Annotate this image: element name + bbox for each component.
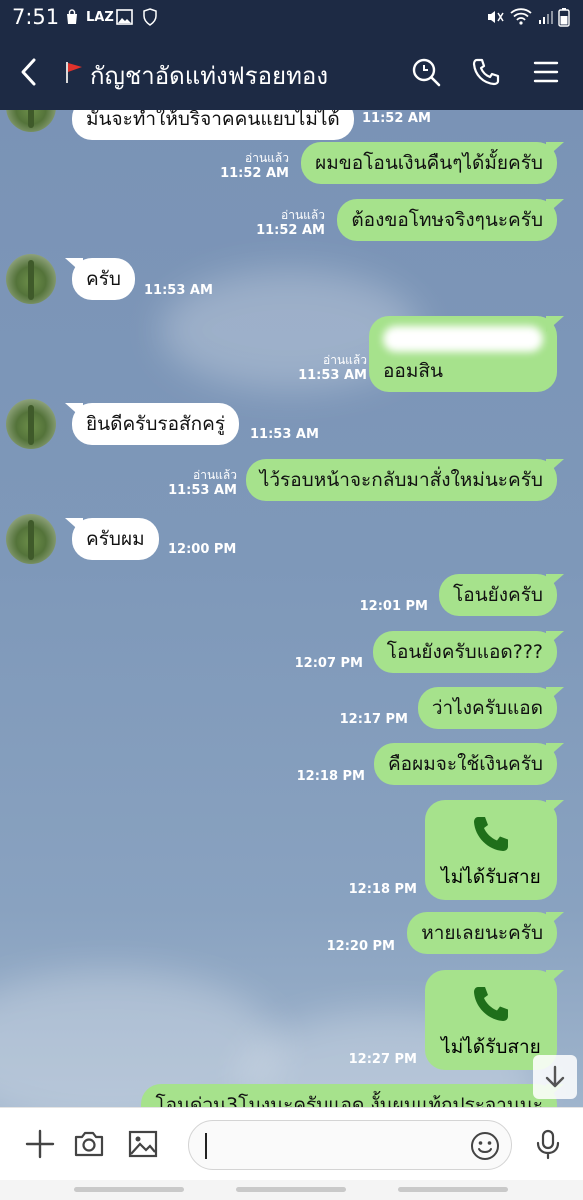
scroll-to-bottom-button[interactable] — [533, 1055, 577, 1099]
flag-icon — [66, 62, 82, 83]
message-meta: อ่านแล้ว 11:53 AM — [298, 353, 367, 383]
phone-call-icon — [474, 987, 508, 1021]
phone-call-icon — [474, 817, 508, 851]
message-out[interactable]: ต้องขอโทษจริงๆนะครับ — [337, 199, 557, 241]
message-text: ออมสิน — [383, 360, 443, 382]
nav-handle[interactable] — [236, 1187, 346, 1192]
system-nav-bar — [0, 1180, 583, 1200]
chat-title: กัญชาอัดแท่งฟรอยทอง — [90, 62, 329, 90]
message-out[interactable]: ไว้รอบหน้าจะกลับมาสั่งใหม่นะครับ — [245, 459, 557, 501]
call-status-label: ไม่ได้รับสาย — [441, 866, 541, 888]
emoji-icon[interactable] — [469, 1130, 501, 1162]
message-out[interactable]: ว่าไงครับแอด — [417, 687, 557, 729]
contact-avatar[interactable] — [6, 399, 56, 449]
chat-area[interactable]: มันจะทำให้บริจาคคนแยบไม่ได้ 11:52 AM ผมข… — [0, 110, 583, 1107]
message-time: 11:53 AM — [250, 427, 319, 442]
message-out[interactable]: โอนยังครับ — [439, 574, 557, 616]
signal-icon — [539, 11, 553, 24]
message-meta: 12:18 PM — [348, 882, 417, 897]
image-icon[interactable] — [127, 1128, 159, 1160]
message-in[interactable]: ครับ — [72, 258, 135, 300]
message-meta: 12:17 PM — [339, 712, 408, 727]
status-bar: 7:51 LAZ — [0, 0, 583, 35]
wifi-icon — [510, 8, 532, 25]
shopping-bag-icon — [67, 9, 77, 24]
message-input[interactable] — [205, 1133, 465, 1159]
message-meta: 12:27 PM — [348, 1052, 417, 1067]
laz-icon: LAZ — [86, 10, 114, 25]
missed-call-bubble[interactable]: ไม่ได้รับสาย — [425, 800, 557, 900]
message-meta: อ่านแล้ว 11:52 AM — [256, 208, 325, 238]
nav-handle[interactable] — [398, 1187, 508, 1192]
message-composer — [0, 1107, 583, 1180]
message-in[interactable]: ยินดีครับรอสักครู่ — [72, 403, 240, 445]
message-out[interactable]: โอนด่วน3โมงนะครับแอด งั้นผมแท้กประจานนะ — [141, 1084, 557, 1107]
mute-icon — [488, 11, 504, 23]
message-meta: 12:20 PM — [326, 939, 395, 954]
message-time: 12:00 PM — [168, 542, 237, 557]
plus-icon[interactable] — [24, 1128, 56, 1160]
message-in[interactable]: มันจะทำให้บริจาคคนแยบไม่ได้ — [72, 110, 354, 140]
message-meta: 12:07 PM — [294, 656, 363, 671]
message-out-redacted[interactable]: ออมสิน — [369, 316, 557, 392]
message-out[interactable]: คือผมจะใช้เงินครับ — [373, 743, 557, 785]
contact-avatar[interactable] — [6, 110, 56, 132]
contact-avatar[interactable] — [6, 514, 56, 564]
phone-icon[interactable] — [471, 57, 501, 87]
message-time: 11:53 AM — [144, 283, 213, 298]
text-cursor — [205, 1133, 207, 1159]
status-time: 7:51 — [12, 5, 60, 29]
message-meta: อ่านแล้ว 11:52 AM — [220, 151, 289, 181]
message-out[interactable]: โอนยังครับแอด??? — [372, 631, 557, 673]
contact-avatar[interactable] — [6, 254, 56, 304]
message-out[interactable]: หายเลยนะครับ — [407, 912, 557, 954]
microphone-icon[interactable] — [532, 1128, 564, 1160]
message-input-box[interactable] — [188, 1120, 512, 1170]
arrow-down-icon — [545, 1065, 565, 1088]
message-time: 11:52 AM — [362, 111, 431, 126]
search-icon[interactable] — [411, 57, 441, 87]
message-meta: อ่านแล้ว 11:53 AM — [168, 468, 237, 498]
nav-handle[interactable] — [74, 1187, 184, 1192]
message-out[interactable]: ผมขอโอนเงินคืนๆได้มั้ยครับ — [301, 142, 557, 184]
menu-icon[interactable] — [531, 57, 561, 87]
camera-icon[interactable] — [73, 1128, 105, 1160]
shield-icon — [143, 8, 157, 26]
message-meta: 12:18 PM — [296, 769, 365, 784]
gallery-icon — [116, 9, 133, 25]
message-meta: 12:01 PM — [359, 599, 428, 614]
back-icon[interactable] — [14, 55, 44, 89]
redacted-text — [383, 326, 543, 352]
message-in[interactable]: ครับผม — [72, 518, 159, 560]
battery-icon — [558, 8, 570, 27]
chat-header: กัญชาอัดแท่งฟรอยทอง — [0, 35, 583, 110]
